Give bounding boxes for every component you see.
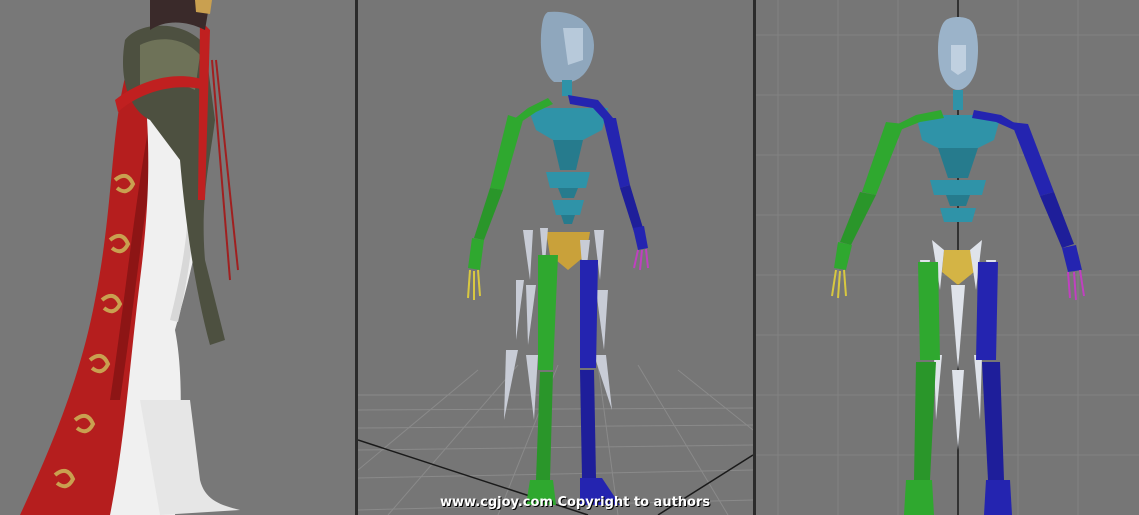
character-model (0, 0, 355, 515)
viewport-perspective[interactable] (358, 0, 753, 515)
skeleton-front (756, 0, 1139, 515)
viewport-left[interactable] (0, 0, 355, 515)
skeleton-perspective (358, 0, 753, 515)
viewport-front[interactable] (756, 0, 1139, 515)
watermark-text: www.cgjoy.com Copyright to authors (440, 495, 711, 510)
viewport-area: www.cgjoy.com Copyright to authors (0, 0, 1139, 515)
